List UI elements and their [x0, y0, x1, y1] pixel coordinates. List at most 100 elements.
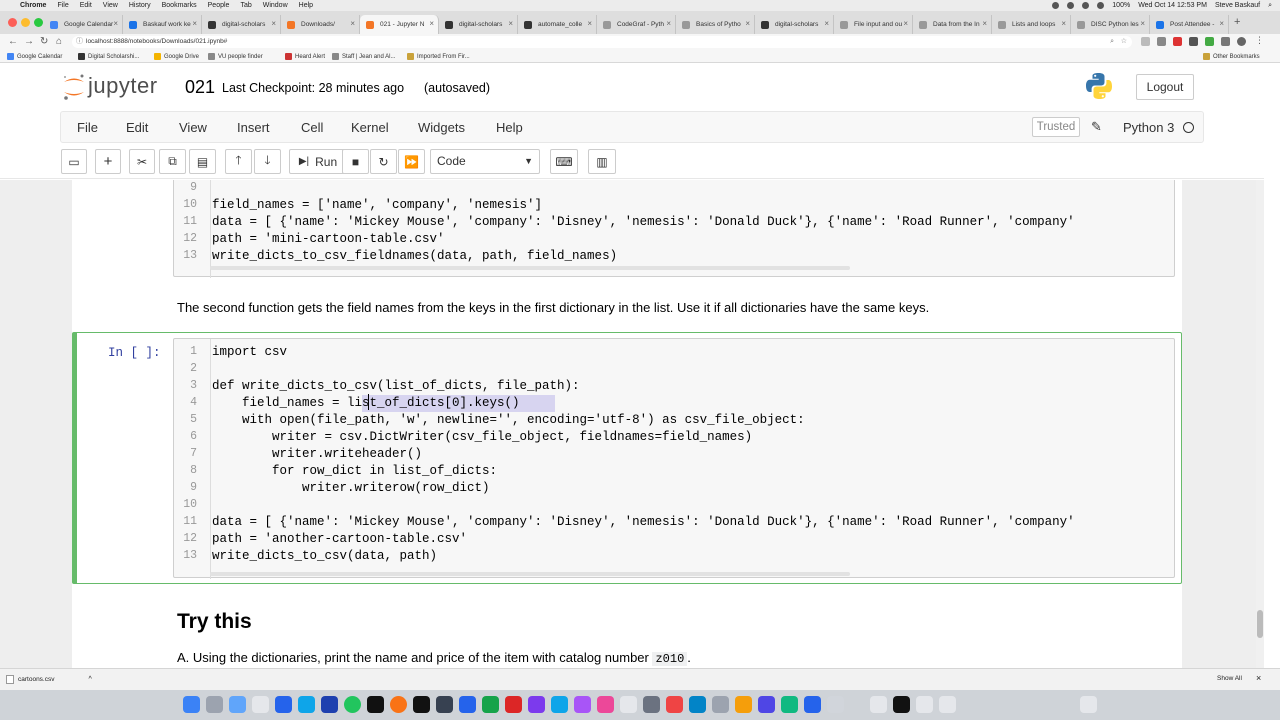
profile-avatar[interactable] [1237, 37, 1246, 46]
bookmark-item[interactable]: Google Calendar [7, 53, 62, 60]
download-item[interactable]: cartoons.csv ^ [6, 672, 106, 686]
os-menu-tab[interactable]: Tab [240, 2, 251, 9]
trusted-indicator[interactable]: Trusted [1032, 117, 1080, 137]
bookmark-item[interactable]: Heard Alert [285, 53, 325, 60]
app-icon[interactable] [735, 696, 752, 713]
github-icon[interactable] [367, 696, 384, 713]
close-icon[interactable]: × [271, 19, 276, 28]
interrupt-button[interactable]: ■ [342, 149, 369, 174]
restart-run-all-button[interactable]: ⏩ [398, 149, 425, 174]
os-menu-window[interactable]: Window [263, 2, 288, 9]
new-tab-button[interactable]: + [1234, 16, 1240, 28]
close-icon[interactable]: × [824, 19, 829, 28]
close-icon[interactable]: × [982, 19, 987, 28]
browser-tab[interactable]: Baskauf work ke × [123, 15, 202, 34]
close-icon[interactable]: × [903, 19, 908, 28]
app-icon[interactable] [597, 696, 614, 713]
user-name[interactable]: Steve Baskauf [1215, 2, 1260, 9]
kernel-name[interactable]: Python 3 [1123, 120, 1174, 135]
menu-help[interactable]: Help [496, 120, 523, 135]
page-scrollbar[interactable] [1256, 180, 1264, 668]
more-menu-icon[interactable]: ⋮ [1255, 35, 1264, 46]
menu-view[interactable]: View [179, 120, 207, 135]
other-bookmarks[interactable]: Other Bookmarks [1203, 53, 1260, 60]
chevron-up-icon[interactable]: ^ [89, 676, 92, 683]
search-icon[interactable]: ⌕ [1268, 2, 1272, 10]
app-icon[interactable] [574, 696, 591, 713]
url-input[interactable]: localhost:8888/notebooks/Downloads/021.i… [72, 36, 1132, 48]
move-up-button[interactable]: 🡑 [225, 149, 252, 174]
bookmark-item[interactable]: Digital Scholarshi... [78, 53, 139, 60]
browser-tab[interactable]: Google Calendar × [44, 15, 123, 34]
reload-icon[interactable]: ↻ [40, 36, 48, 47]
extension-icon[interactable] [1221, 37, 1230, 46]
app-icon[interactable] [620, 696, 637, 713]
folder-icon[interactable] [870, 696, 887, 713]
menu-edit[interactable]: Edit [126, 120, 148, 135]
powerpoint-icon[interactable] [505, 696, 522, 713]
menu-cell[interactable]: Cell [301, 120, 323, 135]
menu-kernel[interactable]: Kernel [351, 120, 389, 135]
close-icon[interactable]: × [508, 19, 513, 28]
app-icon[interactable] [643, 696, 660, 713]
app-icon[interactable] [275, 696, 292, 713]
extension-icon[interactable] [1141, 37, 1150, 46]
excel-icon[interactable] [482, 696, 499, 713]
close-icon[interactable]: × [587, 19, 592, 28]
edit-pencil-icon[interactable]: ✎ [1091, 119, 1102, 135]
extension-icon[interactable] [1157, 37, 1166, 46]
logout-button[interactable]: Logout [1136, 74, 1194, 100]
vscode-icon[interactable] [321, 696, 338, 713]
os-menu-history[interactable]: History [129, 2, 151, 9]
app-icon[interactable] [229, 696, 246, 713]
copy-button[interactable]: ⧉ [159, 149, 186, 174]
browser-tab[interactable]: Basics of Pytho × [676, 15, 755, 34]
bookmark-item[interactable]: Imported From Fir... [407, 53, 470, 60]
home-icon[interactable]: ⌂ [56, 36, 62, 47]
cut-button[interactable]: ✂ [129, 149, 155, 174]
close-icon[interactable]: × [192, 19, 197, 28]
browser-tab[interactable]: Data from the In × [913, 15, 992, 34]
os-menu-help[interactable]: Help [299, 2, 313, 9]
chrome-icon[interactable] [344, 696, 361, 713]
status-icon[interactable] [1067, 2, 1075, 9]
forward-icon[interactable]: → [24, 36, 34, 47]
notebook-name[interactable]: 021 [185, 77, 215, 98]
os-menu-people[interactable]: People [208, 2, 230, 9]
os-menu-view[interactable]: View [103, 2, 118, 9]
app-icon[interactable] [689, 696, 706, 713]
run-button[interactable]: ▶| Run [289, 149, 347, 174]
menu-insert[interactable]: Insert [237, 120, 270, 135]
restart-button[interactable]: ↻ [370, 149, 397, 174]
browser-tab[interactable]: DISC Python les × [1071, 15, 1150, 34]
command-palette-button[interactable]: ⌨ [550, 149, 578, 174]
zoom-icon[interactable]: ⌕ [1110, 36, 1114, 48]
browser-tab-active[interactable]: 021 - Jupyter N × [360, 15, 439, 34]
zoom-icon[interactable] [804, 696, 821, 713]
close-icon[interactable]: × [1256, 673, 1261, 683]
menu-file[interactable]: File [77, 120, 98, 135]
close-icon[interactable]: × [1140, 19, 1145, 28]
status-icon[interactable] [1082, 2, 1090, 9]
app-icon[interactable] [827, 696, 844, 713]
close-icon[interactable]: × [1219, 19, 1224, 28]
os-menu-bookmarks[interactable]: Bookmarks [162, 2, 197, 9]
minimize-window-button[interactable] [21, 18, 30, 27]
finder-icon[interactable] [183, 696, 200, 713]
app-icon[interactable] [893, 696, 910, 713]
close-window-button[interactable] [8, 18, 17, 27]
horizontal-scrollbar[interactable] [210, 266, 850, 270]
browser-tab[interactable]: digital-scholars × [202, 15, 281, 34]
onenote-icon[interactable] [528, 696, 545, 713]
scrollbar-thumb[interactable] [1257, 610, 1263, 638]
app-icon[interactable] [712, 696, 729, 713]
close-icon[interactable]: × [745, 19, 750, 28]
info-icon[interactable]: ⓘ [76, 36, 83, 48]
firefox-icon[interactable] [390, 696, 407, 713]
browser-tab[interactable]: automate_colle × [518, 15, 597, 34]
browser-tab[interactable]: Lists and loops × [992, 15, 1071, 34]
app-icon[interactable] [436, 696, 453, 713]
os-menu-app[interactable]: Chrome [20, 2, 46, 9]
menu-widgets[interactable]: Widgets [418, 120, 465, 135]
wifi-icon[interactable] [1097, 2, 1105, 9]
